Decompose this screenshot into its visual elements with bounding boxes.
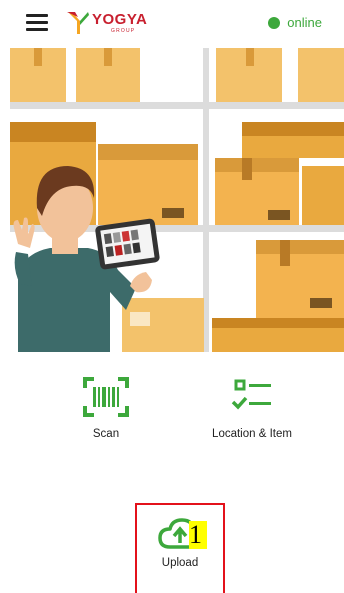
checklist-icon: [231, 379, 271, 410]
upload-button[interactable]: Upload 1: [135, 503, 225, 593]
app-header: YOGYA GROUP online: [0, 0, 344, 46]
connection-status: online: [268, 15, 322, 30]
logo-subtext: GROUP: [111, 28, 136, 34]
warehouse-illustration: [10, 48, 344, 352]
hamburger-menu-icon[interactable]: [26, 14, 48, 31]
yogya-logo: YOGYA GROUP: [66, 9, 156, 37]
status-dot-icon: [268, 16, 281, 29]
status-text: online: [287, 15, 322, 30]
upload-count-badge: 1: [189, 521, 207, 549]
scan-button[interactable]: Scan: [56, 376, 156, 440]
location-item-button[interactable]: Location & Item: [196, 376, 308, 440]
scan-label: Scan: [92, 428, 120, 440]
barcode-scan-icon: [83, 377, 129, 417]
yogya-logo-mark-icon: [67, 12, 89, 34]
location-item-label: Location & Item: [212, 428, 292, 440]
logo-text: YOGYA: [92, 11, 148, 28]
upload-label: Upload: [161, 557, 199, 569]
